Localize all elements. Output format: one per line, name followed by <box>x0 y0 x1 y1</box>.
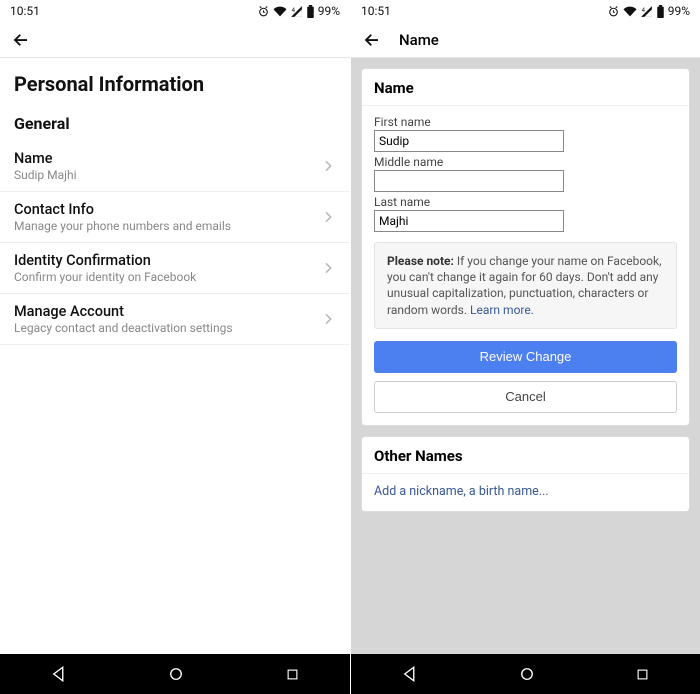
first-name-field: First name <box>374 115 677 152</box>
card-title: Name <box>362 69 689 106</box>
status-bar: 10:51 4 99% <box>0 0 350 22</box>
item-sub: Confirm your identity on Facebook <box>14 270 196 284</box>
other-names-card: Other Names Add a nickname, a birth name… <box>361 436 690 512</box>
status-icons: 4 99% <box>607 4 690 18</box>
last-name-input[interactable] <box>374 210 564 232</box>
phone-right: 10:51 4 99% Name Name First name Mid <box>350 0 700 694</box>
nav-back-icon[interactable] <box>50 665 68 683</box>
android-nav <box>351 654 700 694</box>
nav-recent-icon[interactable] <box>635 667 650 682</box>
item-identity[interactable]: Identity Confirmation Confirm your ident… <box>0 243 350 294</box>
note-box: Please note: If you change your name on … <box>374 242 677 329</box>
content-right: Name First name Middle name Last name <box>351 58 700 654</box>
first-name-input[interactable] <box>374 130 564 152</box>
item-name[interactable]: Name Sudip Majhi <box>0 141 350 192</box>
chevron-right-icon <box>320 158 336 174</box>
nav-back-icon[interactable] <box>401 665 419 683</box>
item-title: Contact Info <box>14 201 231 218</box>
battery-pct: 99% <box>318 4 340 18</box>
item-manage[interactable]: Manage Account Legacy contact and deacti… <box>0 294 350 345</box>
chevron-right-icon <box>320 209 336 225</box>
page-title: Personal Information <box>0 58 350 100</box>
wifi-icon <box>623 5 637 18</box>
item-sub: Sudip Majhi <box>14 168 77 182</box>
learn-more-link[interactable]: Learn more. <box>470 303 534 317</box>
battery-pct: 99% <box>668 4 690 18</box>
last-name-label: Last name <box>374 195 677 209</box>
signal-icon: 4 <box>290 5 303 18</box>
nav-recent-icon[interactable] <box>285 667 300 682</box>
status-bar: 10:51 4 99% <box>351 0 700 22</box>
middle-name-input[interactable] <box>374 170 564 192</box>
nav-home-icon[interactable] <box>518 665 536 683</box>
back-icon[interactable] <box>363 31 381 49</box>
other-names-title: Other Names <box>362 437 689 474</box>
name-card: Name First name Middle name Last name <box>361 68 690 426</box>
item-sub: Manage your phone numbers and emails <box>14 219 231 233</box>
wifi-icon <box>273 5 287 18</box>
add-nickname-link[interactable]: Add a nickname, a birth name... <box>362 474 689 511</box>
battery-icon <box>656 5 665 18</box>
item-title: Identity Confirmation <box>14 252 196 269</box>
battery-icon <box>306 5 315 18</box>
grey-area: Name First name Middle name Last name <box>351 58 700 654</box>
item-contact[interactable]: Contact Info Manage your phone numbers a… <box>0 192 350 243</box>
status-icons: 4 99% <box>257 4 340 18</box>
chevron-right-icon <box>320 311 336 327</box>
alarm-icon <box>257 5 270 18</box>
item-title: Name <box>14 150 77 167</box>
header-bar-right: Name <box>351 22 700 58</box>
signal-icon: 4 <box>640 5 653 18</box>
middle-name-label: Middle name <box>374 155 677 169</box>
status-time: 10:51 <box>10 4 40 18</box>
last-name-field: Last name <box>374 195 677 232</box>
nav-home-icon[interactable] <box>167 665 185 683</box>
header-bar-left <box>0 22 350 58</box>
note-prefix: Please note: <box>387 254 454 268</box>
header-title: Name <box>399 31 439 49</box>
item-title: Manage Account <box>14 303 233 320</box>
review-change-button[interactable]: Review Change <box>374 341 677 373</box>
cancel-button[interactable]: Cancel <box>374 381 677 413</box>
alarm-icon <box>607 5 620 18</box>
content-left: Personal Information General Name Sudip … <box>0 58 350 654</box>
chevron-right-icon <box>320 260 336 276</box>
phone-left: 10:51 4 99% Personal Information General… <box>0 0 350 694</box>
status-time: 10:51 <box>361 4 391 18</box>
middle-name-field: Middle name <box>374 155 677 192</box>
back-icon[interactable] <box>12 31 30 49</box>
section-title: General <box>0 100 350 141</box>
first-name-label: First name <box>374 115 677 129</box>
item-sub: Legacy contact and deactivation settings <box>14 321 233 335</box>
android-nav <box>0 654 350 694</box>
